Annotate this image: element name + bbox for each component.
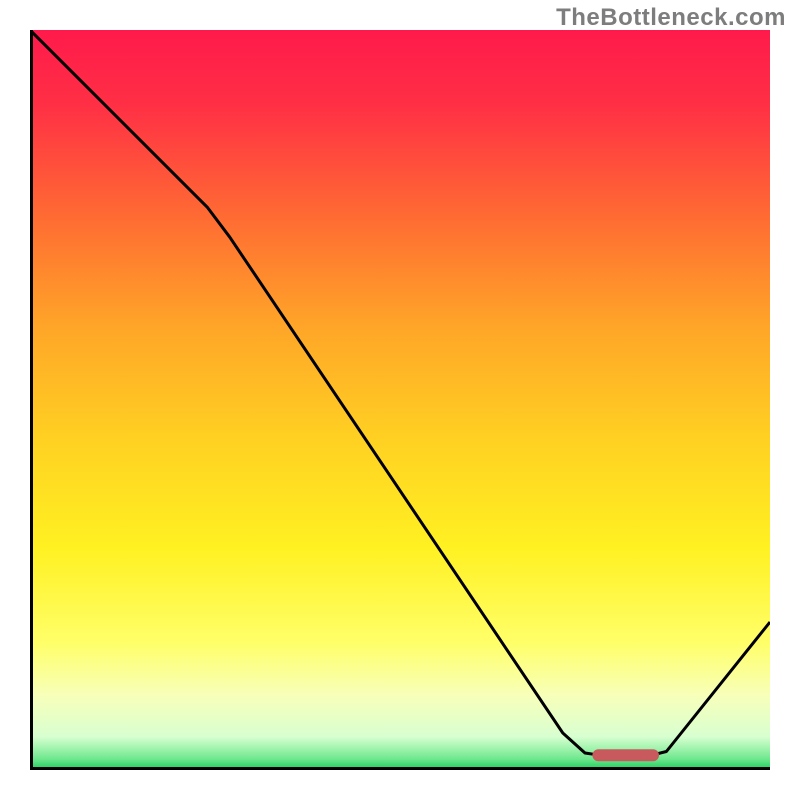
chart-svg [30, 30, 770, 770]
watermark-text: TheBottleneck.com [556, 4, 786, 32]
bottleneck-chart: TheBottleneck.com [0, 0, 800, 800]
plot-area [30, 30, 770, 770]
optimal-range-marker [592, 749, 659, 761]
